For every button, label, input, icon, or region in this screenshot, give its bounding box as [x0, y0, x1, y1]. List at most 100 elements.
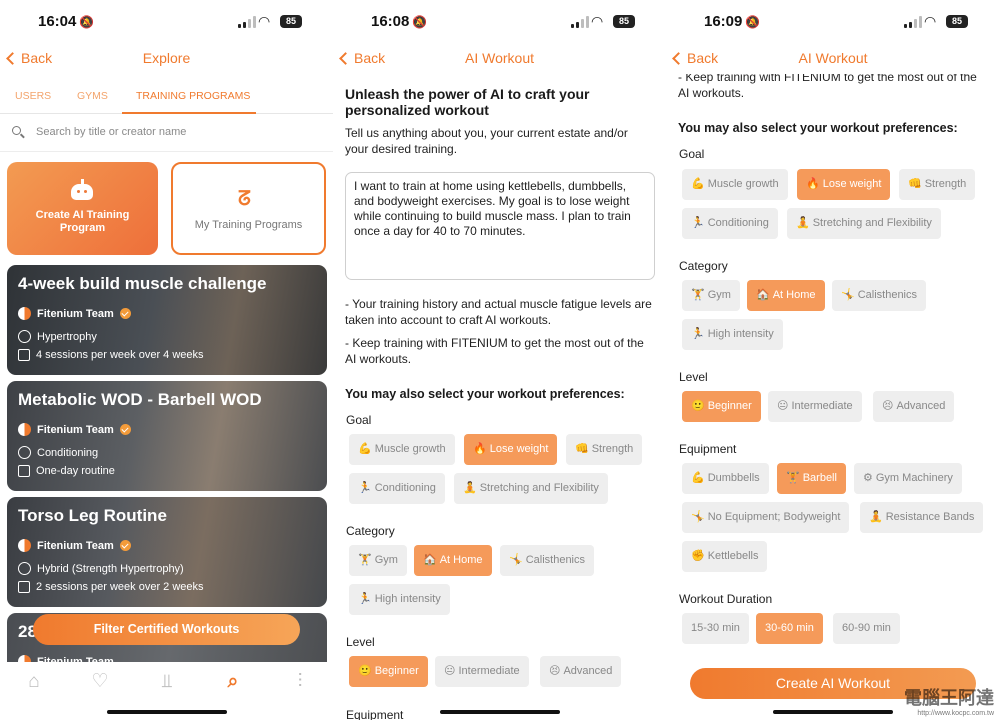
stretch-icon: 🧘: [796, 217, 810, 229]
chip-conditioning[interactable]: 🏃 Conditioning: [682, 208, 778, 239]
chip-30-60-min[interactable]: 30-60 min: [756, 613, 823, 644]
tab-bar: USERS GYMS TRAINING PROGRAMS: [0, 80, 333, 114]
gear-icon: ⚙: [863, 472, 873, 484]
prompt-textarea[interactable]: I want to train at home using kettlebell…: [345, 172, 655, 280]
chip-conditioning[interactable]: 🏃 Conditioning: [349, 473, 445, 504]
chip-advanced[interactable]: 😣 Advanced: [873, 391, 955, 422]
chip-kettlebells[interactable]: ✊ Kettlebells: [682, 541, 768, 572]
bottom-tab-bar: ⌂ ♡ ⫫ ⌕ ⫶: [0, 662, 333, 720]
status-bar: 16:09 🔕 ◠ 85: [666, 0, 1000, 44]
card-title: 4-week build muscle challenge: [18, 274, 267, 293]
chip-intermediate[interactable]: 😐 Intermediate: [435, 656, 529, 687]
chip-resistance-bands[interactable]: 🧘 Resistance Bands: [860, 502, 984, 533]
home-indicator: [439, 710, 560, 714]
chip-gym[interactable]: 🏋 Gym: [682, 280, 740, 311]
note-keep-training: - Keep training with FITENIUM to get the…: [345, 336, 644, 366]
chip-calisthenics[interactable]: 🤸 Calisthenics: [500, 545, 595, 576]
chip-high-intensity[interactable]: 🏃 High intensity: [349, 584, 450, 615]
bell-muted-icon: 🔕: [412, 15, 428, 29]
nav-bar: Back AI Workout: [666, 44, 1000, 74]
program-card[interactable]: Metabolic WOD - Barbell WOD Fitenium Tea…: [7, 381, 327, 491]
fitenium-logo-icon: [18, 539, 31, 552]
chip-high-intensity[interactable]: 🏃 High intensity: [682, 319, 783, 350]
fire-icon: 🔥: [473, 443, 487, 455]
cartwheel-icon: 🤸: [841, 289, 855, 301]
weightlifter-icon: 🏋: [358, 554, 372, 566]
tab-users[interactable]: USERS: [15, 90, 51, 102]
status-time: 16:09: [704, 13, 743, 30]
neutral-face-icon: 😐: [444, 665, 456, 677]
chip-barbell[interactable]: 🏋 Barbell: [777, 463, 846, 494]
card-schedule: 2 sessions per week over 2 weeks: [36, 581, 204, 593]
signal-icon: [904, 16, 922, 28]
chip-beginner[interactable]: 🙂 Beginner: [682, 391, 761, 422]
filter-certified-button[interactable]: Filter Certified Workouts: [33, 614, 300, 645]
chip-lose-weight[interactable]: 🔥 Lose weight: [464, 434, 558, 465]
chip-beginner[interactable]: 🙂 Beginner: [349, 656, 428, 687]
weightlifter-icon: 🏋: [786, 472, 800, 484]
heart-rate-icon[interactable]: ♡: [88, 670, 112, 694]
my-training-programs-button[interactable]: ᘔ My Training Programs: [171, 162, 326, 255]
equipment-label: Equipment: [346, 708, 404, 720]
chip-60-90-min[interactable]: 60-90 min: [833, 613, 900, 644]
status-bar: 16:04 🔕 ◠ 85: [0, 0, 333, 44]
card-title: Metabolic WOD - Barbell WOD: [18, 390, 262, 409]
note-history: - Your training history and actual muscl…: [345, 297, 652, 327]
page-heading: Unleash the power of AI to craft your pe…: [345, 86, 590, 118]
chip-strength[interactable]: 👊 Strength: [566, 434, 643, 465]
tab-training-programs[interactable]: TRAINING PROGRAMS: [136, 90, 250, 102]
chip-at-home[interactable]: 🏠 At Home: [747, 280, 825, 311]
create-ai-program-button[interactable]: Create AI Training Program: [7, 162, 158, 255]
bell-muted-icon: 🔕: [79, 15, 95, 29]
chip-calisthenics[interactable]: 🤸 Calisthenics: [832, 280, 927, 311]
ai-workout-screen: 16:08 🔕 ◠ 85 Back AI Workout Unleash the …: [333, 0, 666, 720]
verified-icon: [119, 540, 131, 551]
chip-intermediate[interactable]: 😐 Intermediate: [768, 391, 862, 422]
running-icon: 🏃: [358, 482, 372, 494]
preferences-heading: You may also select your workout prefere…: [345, 387, 625, 401]
wifi-icon: ◠: [591, 13, 604, 29]
tired-face-icon: 😣: [549, 665, 561, 677]
program-card[interactable]: Torso Leg Routine Fitenium Team Hybrid (…: [7, 497, 327, 607]
dumbbell-icon[interactable]: ⫫: [155, 670, 179, 694]
level-label: Level: [679, 370, 708, 384]
cartwheel-icon: 🤸: [509, 554, 523, 566]
house-icon: 🏠: [756, 289, 770, 301]
chip-bodyweight[interactable]: 🤸 No Equipment; Bodyweight: [682, 502, 850, 533]
my-training-programs-label: My Training Programs: [194, 219, 303, 231]
flexed-arm-icon: 💪: [691, 472, 705, 484]
chip-strength[interactable]: 👊 Strength: [899, 169, 976, 200]
chip-muscle-growth[interactable]: 💪 Muscle growth: [682, 169, 788, 200]
verified-icon: [119, 308, 131, 319]
duration-label: Workout Duration: [679, 592, 773, 606]
tab-active-indicator: [122, 112, 256, 114]
card-team: Fitenium Team: [37, 423, 114, 436]
status-time: 16:08: [371, 13, 410, 30]
chip-stretching[interactable]: 🧘 Stretching and Flexibility: [787, 208, 941, 239]
chip-gym[interactable]: 🏋 Gym: [349, 545, 407, 576]
chip-15-30-min[interactable]: 15-30 min: [682, 613, 749, 644]
home-indicator: [106, 710, 227, 714]
card-team: Fitenium Team: [37, 307, 114, 320]
flexed-arm-icon: 💪: [358, 443, 372, 455]
note-keep-training: - Keep training with FITENIUM to get the…: [678, 70, 977, 100]
page-title: AI Workout: [798, 50, 868, 66]
chip-muscle-growth[interactable]: 💪 Muscle growth: [349, 434, 455, 465]
podium-icon[interactable]: ⫶: [288, 670, 312, 694]
search-input[interactable]: Search by title or creator name: [10, 120, 323, 146]
calendar-icon: [18, 581, 30, 593]
neutral-face-icon: 😐: [777, 400, 789, 412]
chip-at-home[interactable]: 🏠 At Home: [414, 545, 492, 576]
nav-bar: Back Explore: [0, 44, 333, 74]
target-icon: [18, 446, 31, 459]
chip-dumbbells[interactable]: 💪 Dumbbells: [682, 463, 769, 494]
program-card[interactable]: 4-week build muscle challenge Fitenium T…: [7, 265, 327, 375]
calendar-icon: [18, 465, 30, 477]
tab-gyms[interactable]: GYMS: [77, 90, 108, 102]
home-icon[interactable]: ⌂: [22, 670, 46, 694]
chip-advanced[interactable]: 😣 Advanced: [540, 656, 622, 687]
search-icon[interactable]: ⌕: [221, 670, 245, 694]
chip-lose-weight[interactable]: 🔥 Lose weight: [797, 169, 891, 200]
chip-gym-machinery[interactable]: ⚙ Gym Machinery: [854, 463, 962, 494]
chip-stretching[interactable]: 🧘 Stretching and Flexibility: [454, 473, 608, 504]
